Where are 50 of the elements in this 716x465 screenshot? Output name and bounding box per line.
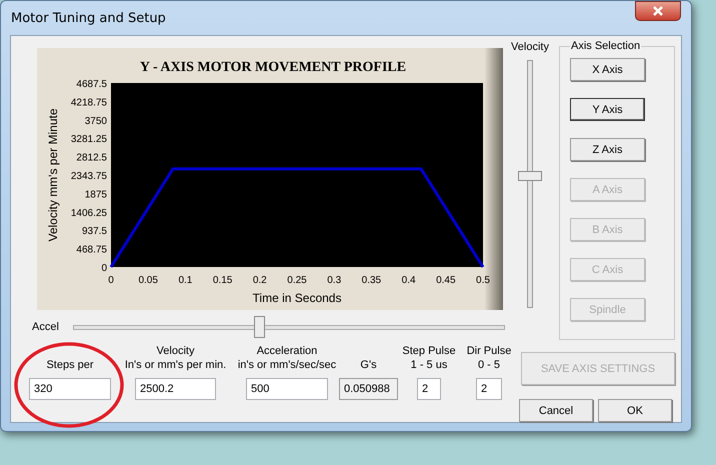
field-label: Velocity In's or mm's per min. bbox=[124, 344, 226, 372]
y-tick-label: 3750 bbox=[84, 116, 107, 127]
axis-button[interactable]: Y Axis bbox=[570, 98, 645, 121]
y-axis-label: Velocity mm's per Minute bbox=[46, 108, 60, 242]
x-tick-label: 0 bbox=[108, 275, 114, 286]
field-label: Dir Pulse 0 - 5 bbox=[466, 344, 512, 372]
input-field[interactable]: 2 bbox=[417, 378, 441, 400]
close-button[interactable] bbox=[635, 1, 681, 21]
x-tick-label: 0.45 bbox=[436, 275, 456, 286]
field-label: Step Pulse 1 - 5 us bbox=[402, 344, 456, 372]
x-tick-label: 0.25 bbox=[287, 275, 307, 286]
x-tick-label: 0.4 bbox=[402, 275, 416, 286]
axis-button[interactable]: Z Axis bbox=[570, 138, 645, 161]
input-field[interactable]: 500 bbox=[246, 378, 328, 400]
input-field[interactable]: 2 bbox=[476, 378, 502, 400]
x-tick-label: 0.5 bbox=[476, 275, 490, 286]
y-tick-label: 3281.25 bbox=[70, 134, 107, 146]
y-tick-label: 937.5 bbox=[82, 226, 107, 238]
axis-button[interactable]: X Axis bbox=[570, 58, 645, 81]
field-label: Steps per bbox=[46, 358, 94, 372]
y-tick-label: 2812.5 bbox=[76, 152, 107, 164]
x-tick-label: 0.15 bbox=[212, 275, 232, 286]
x-tick-label: 0.05 bbox=[138, 275, 158, 286]
x-axis-label: Time in Seconds bbox=[252, 291, 342, 305]
close-icon bbox=[653, 6, 663, 16]
input-field[interactable]: 320 bbox=[29, 378, 111, 400]
y-tick-label: 0 bbox=[101, 263, 107, 274]
ok-button[interactable]: OK bbox=[598, 399, 672, 422]
accel-slider-thumb[interactable] bbox=[254, 316, 265, 338]
cancel-button[interactable]: Cancel bbox=[519, 399, 593, 422]
window-title: Motor Tuning and Setup bbox=[11, 10, 166, 26]
velocity-label: Velocity bbox=[511, 40, 549, 54]
velocity-slider-thumb[interactable] bbox=[518, 170, 542, 181]
accel-label: Accel bbox=[32, 320, 59, 334]
field-label: G's bbox=[360, 358, 377, 372]
y-tick-label: 1875 bbox=[84, 189, 107, 200]
y-tick-label: 4218.75 bbox=[70, 97, 107, 108]
y-tick-label: 468.75 bbox=[76, 244, 107, 256]
chart-title: Y - AXIS MOTOR MOVEMENT PROFILE bbox=[140, 60, 406, 75]
group-title: Axis Selection bbox=[570, 40, 642, 52]
x-tick-label: 0.1 bbox=[178, 275, 192, 286]
input-field[interactable]: 2500.2 bbox=[135, 378, 216, 400]
x-tick-label: 0.35 bbox=[362, 275, 382, 286]
readonly-field[interactable]: 0.050988 bbox=[339, 378, 398, 400]
y-tick-label: 1406.25 bbox=[70, 208, 107, 219]
y-tick-label: 4687.5 bbox=[76, 79, 107, 90]
x-tick-label: 0.2 bbox=[252, 275, 267, 286]
y-tick-label: 2343.75 bbox=[70, 171, 107, 182]
x-tick-label: 0.3 bbox=[327, 275, 342, 286]
field-label: Acceleration in's or mm's/sec/sec bbox=[238, 344, 336, 372]
